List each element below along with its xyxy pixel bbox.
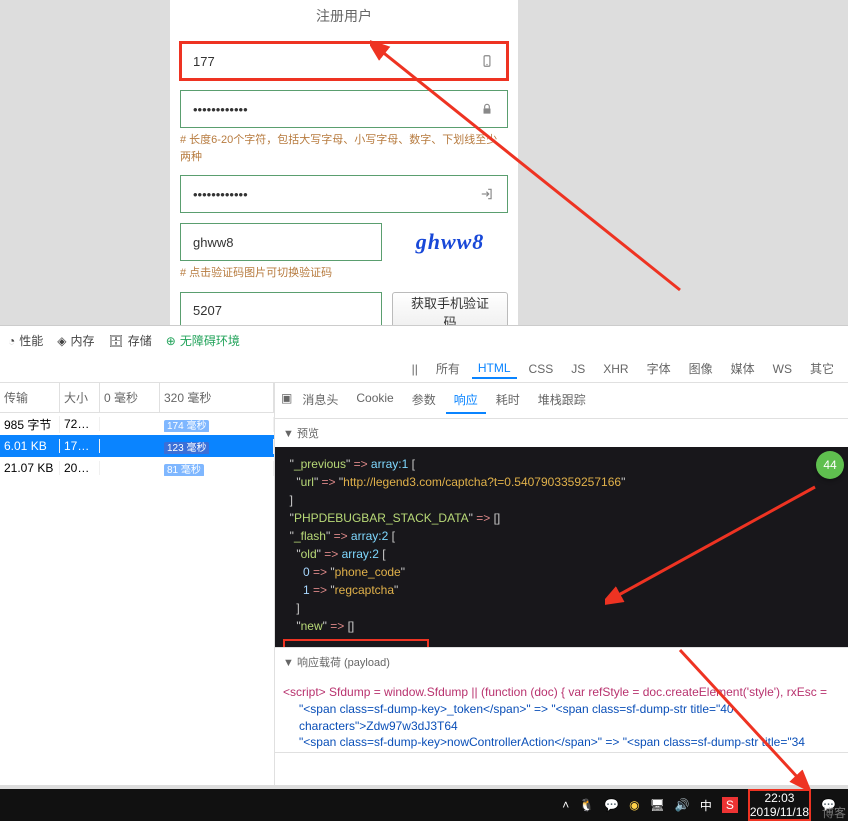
sms-input[interactable] xyxy=(193,303,369,318)
network-list: 传输 大小 0 毫秒 320 毫秒 985 字节 72… 174 毫秒 6.01… xyxy=(0,383,275,785)
a11y-tab[interactable]: ⊕ 无障碍环境 xyxy=(166,332,240,349)
password-field-wrap[interactable] xyxy=(180,90,508,128)
devtools-panel: || 所有 HTML CSS JS XHR 字体 图像 媒体 WS 其它 传输 … xyxy=(0,355,848,785)
watermark-text: 博客 xyxy=(822,804,846,821)
phone-field-wrap[interactable] xyxy=(180,42,508,80)
table-row[interactable]: 6.01 KB 17… 123 毫秒 xyxy=(0,435,274,457)
register-title: 注册用户 xyxy=(180,0,508,32)
status-badge: 44 xyxy=(816,451,844,479)
page-top: 注册用户 # 长度6-20个字符，包括大写字母、小写字母、数字、下划线至少两种 xyxy=(0,0,848,355)
col-t1: 320 毫秒 xyxy=(160,383,274,412)
login-icon xyxy=(479,187,495,201)
tray-app-icon[interactable]: 🐧 xyxy=(579,798,594,812)
payload-body[interactable]: <script> Sfdump = window.Sfdump || (func… xyxy=(275,676,848,752)
tray-ime-icon[interactable]: S xyxy=(722,797,738,813)
captcha-row: ghww8 xyxy=(180,223,508,261)
filter-pause[interactable]: || xyxy=(406,360,424,378)
filter-media[interactable]: 媒体 xyxy=(725,358,761,379)
perf-tab[interactable]: ◔ 性能 xyxy=(8,332,43,349)
tab-stack[interactable]: 堆栈跟踪 xyxy=(530,387,594,414)
response-tabs: ▣ 消息头 Cookie 参数 响应 耗时 堆栈跟踪 xyxy=(275,383,848,419)
col-size[interactable]: 大小 xyxy=(60,383,100,412)
filter-other[interactable]: 其它 xyxy=(804,358,840,379)
password-hint: # 长度6-20个字符，包括大写字母、小写字母、数字、下划线至少两种 xyxy=(180,132,508,165)
col-transfer[interactable]: 传输 xyxy=(0,383,60,412)
payload-header[interactable]: ▼ 响应载荷 (payload) xyxy=(275,648,848,676)
captcha-input[interactable] xyxy=(193,235,369,250)
tab-cookie[interactable]: Cookie xyxy=(348,387,401,414)
filter-ws[interactable]: WS xyxy=(767,360,798,378)
filter-img[interactable]: 图像 xyxy=(683,358,719,379)
taskbar-clock[interactable]: 22:03 2019/11/18 xyxy=(748,789,811,821)
response-panel: ▣ 消息头 Cookie 参数 响应 耗时 堆栈跟踪 ▼ 预览 44 "_pre… xyxy=(275,383,848,785)
sms-field-wrap[interactable] xyxy=(180,292,382,330)
filter-font[interactable]: 字体 xyxy=(641,358,677,379)
confirm-input[interactable] xyxy=(193,187,479,202)
network-header: 传输 大小 0 毫秒 320 毫秒 xyxy=(0,383,274,413)
storage-tab[interactable]: 🗄 存储 xyxy=(109,332,152,349)
captcha-hint: # 点击验证码图片可切换验证码 xyxy=(180,265,508,282)
tab-headers[interactable]: 消息头 xyxy=(294,387,346,414)
devtools-toolbar: ◔ 性能 ◈ 内存 🗄 存储 ⊕ 无障碍环境 xyxy=(0,325,848,355)
response-console[interactable]: 44 "_previous" => array:1 [ "url" => "ht… xyxy=(275,447,848,647)
tray-volume-icon[interactable]: 🔊 xyxy=(675,798,690,812)
filter-html[interactable]: HTML xyxy=(472,359,517,379)
confirm-field-wrap[interactable] xyxy=(180,175,508,213)
table-row[interactable]: 21.07 KB 20… 81 毫秒 xyxy=(0,457,274,479)
tray-chat-icon[interactable]: 💬 xyxy=(604,798,619,812)
phone-icon xyxy=(479,54,495,68)
memory-tab[interactable]: ◈ 内存 xyxy=(57,332,94,349)
tab-timing[interactable]: 耗时 xyxy=(488,387,528,414)
table-row[interactable]: 985 字节 72… 174 毫秒 xyxy=(0,413,274,435)
tab-response[interactable]: 响应 xyxy=(446,387,486,414)
lock-icon xyxy=(479,102,495,116)
phone-input[interactable] xyxy=(193,54,479,69)
filter-css[interactable]: CSS xyxy=(523,360,560,378)
filter-all[interactable]: 所有 xyxy=(430,358,466,379)
preview-header[interactable]: ▼ 预览 xyxy=(275,419,848,447)
tab-params[interactable]: 参数 xyxy=(404,387,444,414)
filter-js[interactable]: JS xyxy=(565,360,591,378)
tray-monitor-icon[interactable]: 🖥 xyxy=(650,798,665,812)
tray-sync-icon[interactable]: ◉ xyxy=(629,798,639,812)
filter-xhr[interactable]: XHR xyxy=(597,360,634,378)
register-card: 注册用户 # 长度6-20个字符，包括大写字母、小写字母、数字、下划线至少两种 xyxy=(170,0,518,342)
captcha-image[interactable]: ghww8 xyxy=(392,223,508,261)
tray-up-icon[interactable]: ˄ xyxy=(562,798,569,812)
password-input[interactable] xyxy=(193,102,479,117)
tray-lang-icon[interactable]: 中 xyxy=(700,797,712,814)
col-t0: 0 毫秒 xyxy=(100,383,160,412)
filter-bar: || 所有 HTML CSS JS XHR 字体 图像 媒体 WS 其它 xyxy=(0,355,848,383)
captcha-field-wrap[interactable] xyxy=(180,223,382,261)
windows-taskbar: ˄ 🐧 💬 ◉ 🖥 🔊 中 S 22:03 2019/11/18 💬 博客 xyxy=(0,789,848,821)
